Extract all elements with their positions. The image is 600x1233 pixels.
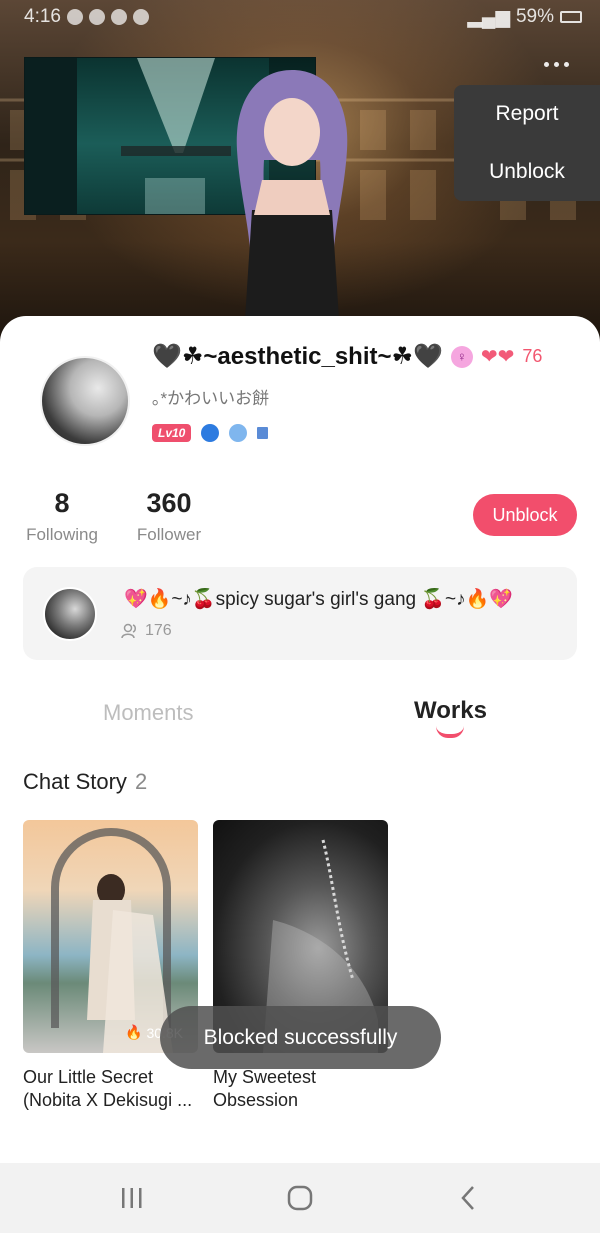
tab-works[interactable]: Works: [414, 697, 487, 725]
follower-label: Follower: [136, 525, 202, 544]
gender-female-icon: ♀: [450, 345, 473, 368]
group-card[interactable]: 💖🔥~♪🍒spicy sugar's girl's gang 🍒~♪🔥💖 176: [23, 567, 577, 660]
back-button[interactable]: [428, 1163, 508, 1233]
work-card[interactable]: 🔥 30.8K Our Little Secret (Nobita X Deki…: [23, 820, 198, 1112]
hearts-icon: ❤❤: [480, 346, 515, 368]
avatar[interactable]: [40, 356, 130, 446]
status-bar: 4:16 ▂▄▆ 59%: [0, 0, 600, 34]
work-title-line: Obsession: [213, 1090, 299, 1110]
fire-icon: 🔥: [125, 1024, 143, 1040]
notification-icon: [132, 9, 149, 25]
badge-row: Lv10: [152, 424, 269, 442]
drop-badge-icon[interactable]: [201, 424, 220, 442]
work-title[interactable]: My Sweetest Obsession: [213, 1066, 388, 1112]
system-nav-bar: [0, 1163, 600, 1233]
members-icon: [121, 623, 136, 639]
book-badge-icon[interactable]: [257, 427, 269, 439]
home-button[interactable]: [260, 1163, 340, 1233]
profile-bio: ｡*かわいいお餅: [152, 389, 270, 408]
more-options-icon[interactable]: [544, 62, 569, 67]
group-members: 176: [121, 622, 172, 640]
section-count: 2: [134, 769, 148, 794]
username-row: 🖤☘~aesthetic_shit~☘🖤 ♀ ❤❤ 76: [152, 342, 542, 371]
work-title-line: My Sweetest: [213, 1067, 317, 1087]
battery-level: 59%: [515, 6, 554, 27]
notification-icon: [66, 9, 83, 25]
follower-stat[interactable]: 360 Follower: [133, 488, 205, 545]
character-avatar-image: [236, 70, 348, 335]
group-avatar: [43, 587, 97, 641]
toast-message: Blocked successfully: [160, 1006, 441, 1069]
following-count: 8: [54, 488, 70, 518]
follower-count: 360: [146, 488, 192, 518]
work-title-line: (Nobita X Dekisugi ...: [23, 1090, 193, 1110]
following-label: Following: [26, 525, 98, 544]
menu-item-report[interactable]: Report: [454, 85, 600, 143]
group-name: 💖🔥~♪🍒spicy sugar's girl's gang 🍒~♪🔥💖: [124, 589, 513, 610]
signal-icon: ▂▄▆: [467, 6, 510, 28]
username: 🖤☘~aesthetic_shit~☘🖤: [152, 343, 443, 370]
shield-badge-icon[interactable]: [229, 424, 248, 442]
tab-moments[interactable]: Moments: [103, 700, 193, 726]
battery-icon: [560, 11, 582, 23]
notification-icon: [110, 9, 127, 25]
section-title: Chat Story 2: [23, 769, 147, 795]
following-stat[interactable]: 8 Following: [23, 488, 101, 545]
work-title[interactable]: Our Little Secret (Nobita X Dekisugi ...: [23, 1066, 198, 1112]
notification-icon: [88, 9, 105, 25]
profile-cover: 4:16 ▂▄▆ 59% Report Unblock: [0, 0, 600, 345]
section-title-text: Chat Story: [23, 769, 127, 794]
status-time: 4:16: [24, 6, 61, 27]
active-tab-indicator: [436, 726, 464, 738]
recent-apps-icon: [122, 1188, 142, 1208]
recent-apps-button[interactable]: [92, 1163, 172, 1233]
menu-item-unblock[interactable]: Unblock: [454, 143, 600, 201]
unblock-button[interactable]: Unblock: [473, 494, 577, 536]
back-icon: [461, 1186, 474, 1210]
home-icon: [287, 1185, 313, 1211]
options-menu: Report Unblock: [454, 85, 600, 201]
group-member-count: 176: [145, 622, 172, 639]
level-badge[interactable]: Lv10: [152, 424, 192, 442]
hearts-count: 76: [522, 346, 543, 366]
work-title-line: Our Little Secret: [23, 1067, 154, 1087]
